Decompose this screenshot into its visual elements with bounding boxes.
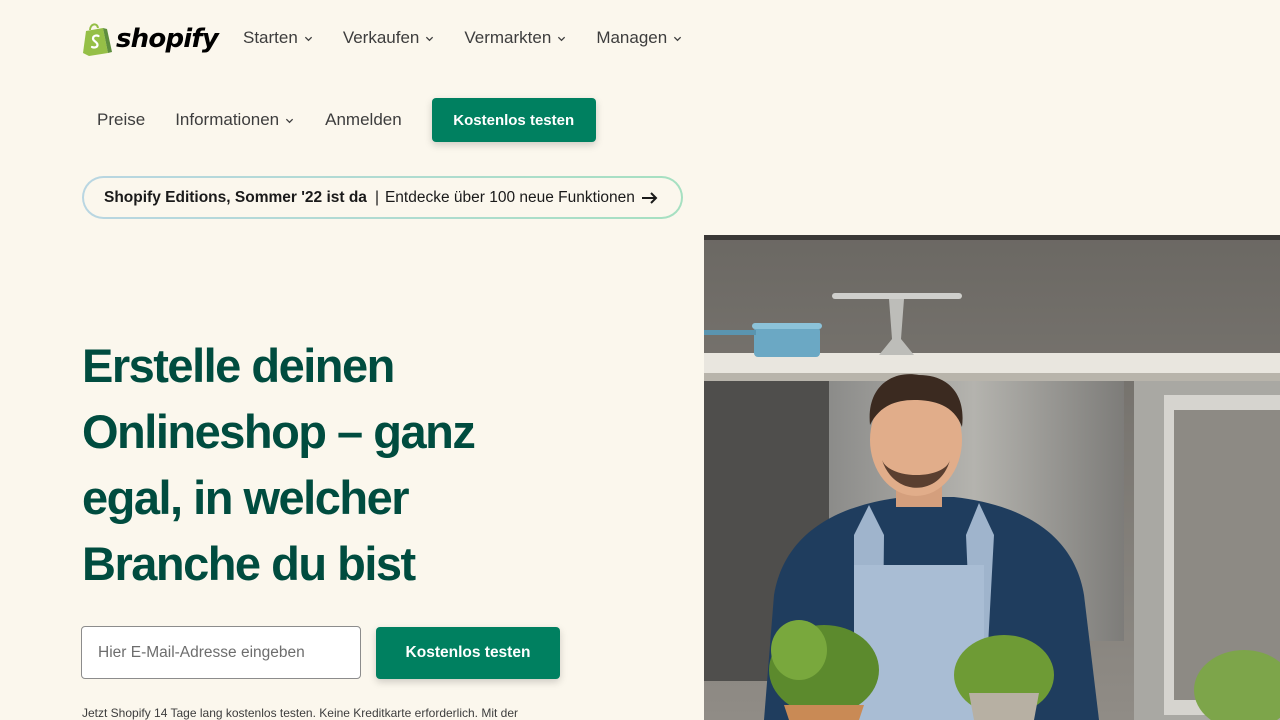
hero-headline: Erstelle deinen Onlineshop – ganz egal, … [82,333,602,597]
hero-headline-line: egal, in welcher [82,471,410,524]
nav-vermarkten[interactable]: Vermarkten [464,28,566,48]
info-menu[interactable]: Informationen [175,110,294,130]
nav-verkaufen[interactable]: Verkaufen [343,28,435,48]
chevron-down-icon [286,118,294,123]
shopify-logo[interactable]: shopify [82,22,219,56]
banner-text: Entdecke über 100 neue Funktionen [384,188,635,206]
hero-headline-line: Erstelle deinen [82,339,395,392]
login-link[interactable]: Anmelden [325,110,402,130]
shopify-bag-icon [83,23,112,56]
info-label: Informationen [175,110,280,129]
arrow-right-icon [641,191,658,204]
chevron-down-icon [426,36,434,41]
secondary-nav: Preise Informationen Anmelden Kostenlos … [97,98,596,142]
free-trial-button-hero[interactable]: Kostenlos testen [376,627,560,679]
nav-label: Starten [243,28,298,47]
nav-label: Vermarkten [464,28,552,47]
nav-starten[interactable]: Starten [243,28,313,48]
main-nav: Starten Verkaufen Vermarkten Managen [243,28,682,48]
logo-wordmark: shopify [116,24,219,54]
free-trial-button-header[interactable]: Kostenlos testen [431,98,596,142]
hero-photo-chef-with-herbs [704,235,1280,720]
banner-highlight: Shopify Editions, Sommer '22 ist da [104,188,367,206]
fine-print: Jetzt Shopify 14 Tage lang kostenlos tes… [82,706,519,720]
nav-managen[interactable]: Managen [596,28,682,48]
nav-label: Managen [596,28,668,47]
hero-headline-line: Onlineshop – ganz [82,405,476,458]
editions-banner[interactable]: Shopify Editions, Sommer '22 ist da | En… [82,176,683,219]
nav-label: Verkaufen [342,28,420,47]
banner-separator: | [374,188,379,206]
chevron-down-icon [674,36,682,41]
hero-photo-illustration [704,235,1280,720]
chevron-down-icon [558,36,566,41]
hero-headline-line: Branche du bist [82,537,416,590]
email-input[interactable] [81,626,361,679]
chevron-down-icon [304,36,312,41]
pricing-link[interactable]: Preise [97,110,145,130]
